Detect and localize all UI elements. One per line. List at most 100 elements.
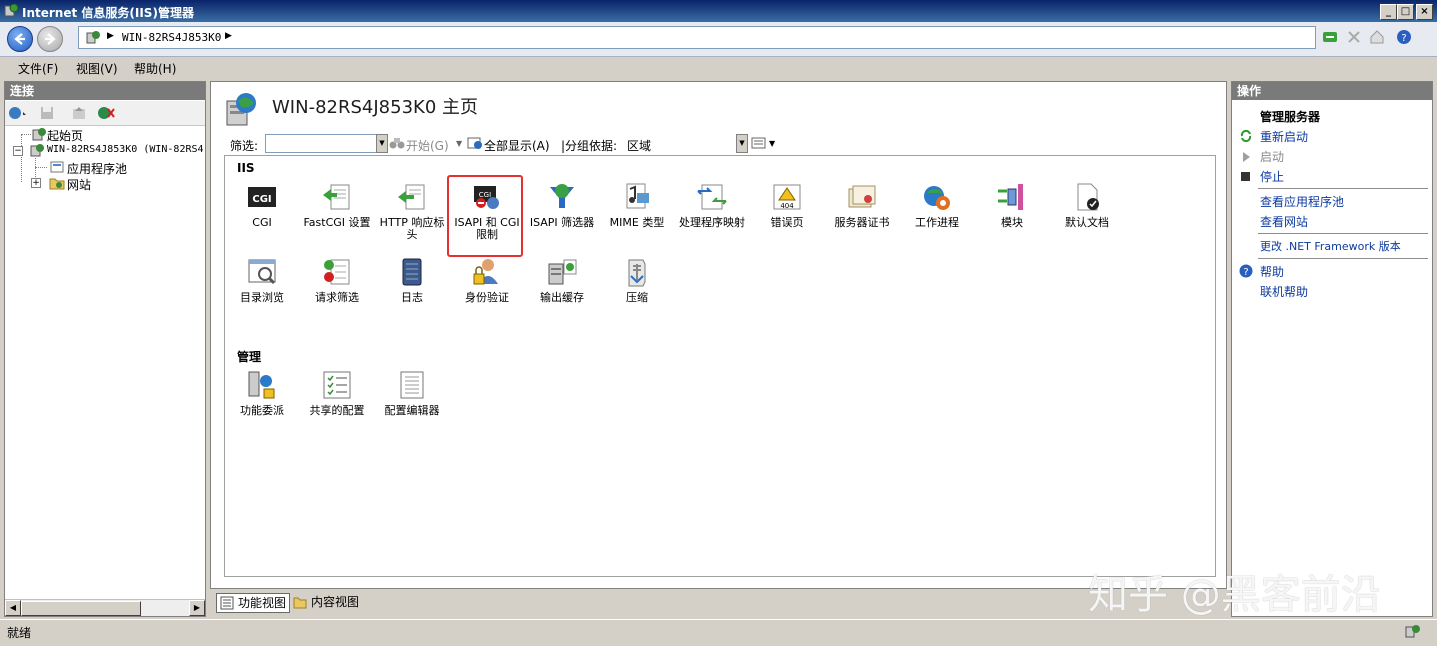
feature-feature-delegation[interactable]: 功能委派 — [225, 369, 299, 417]
feature-label: 共享的配置 — [309, 404, 365, 417]
action-view-sites[interactable]: 查看网站 — [1260, 213, 1308, 230]
address-bar: ▶ WIN-82RS4J853K0 ▶ ? — [0, 22, 1437, 57]
feature-modules[interactable]: 模块 — [975, 181, 1049, 229]
scroll-left-button[interactable]: ◀ — [5, 600, 21, 616]
start-icon — [1243, 152, 1250, 162]
close-button[interactable]: × — [1416, 4, 1433, 20]
view-mode-dropdown-icon[interactable]: ▼ — [769, 139, 775, 148]
window-title: Internet 信息服务(IIS)管理器 — [22, 6, 194, 20]
breadcrumb-server[interactable]: WIN-82RS4J853K0 — [122, 31, 221, 44]
expand-toggle[interactable]: + — [31, 178, 41, 188]
tree-item-sites[interactable]: 网站 — [67, 176, 91, 193]
configuration-editor-icon — [400, 371, 424, 399]
server-icon — [86, 31, 100, 44]
error-pages-icon: 404 — [773, 184, 801, 210]
action-start[interactable]: 启动 — [1260, 148, 1284, 165]
forward-button[interactable] — [37, 26, 63, 52]
svg-text:?: ? — [1243, 267, 1248, 278]
save-icon[interactable] — [39, 105, 55, 121]
action-help[interactable]: 帮助 — [1260, 263, 1284, 280]
handler-mappings-icon — [697, 184, 727, 210]
feature-label: 压缩 — [626, 291, 648, 304]
feature-cgi[interactable]: CGI CGI — [225, 181, 299, 229]
feature-output-caching[interactable]: 输出缓存 — [525, 256, 599, 304]
maximize-button[interactable]: □ — [1397, 4, 1414, 20]
feature-label: MIME 类型 — [609, 216, 665, 229]
tab-features-view[interactable]: 功能视图 — [216, 593, 291, 613]
address-field[interactable]: ▶ WIN-82RS4J853K0 ▶ — [78, 26, 1316, 49]
features-panel: WIN-82RS4J853K0 主页 筛选: ▼ 开始(G) ▼ 全部显示(A)… — [210, 81, 1227, 589]
feature-label: 目录浏览 — [240, 291, 284, 304]
page-title: WIN-82RS4J853K0 主页 — [272, 97, 478, 118]
menu-view[interactable]: 视图(V) — [76, 60, 118, 77]
actions-header: 操作 — [1232, 82, 1432, 100]
actions-group-title: 管理服务器 — [1260, 110, 1321, 124]
feature-server-certificates[interactable]: 服务器证书 — [825, 181, 899, 229]
home-icon[interactable] — [1369, 29, 1385, 45]
filter-input[interactable] — [265, 134, 377, 153]
feature-isapi-filters[interactable]: ISAPI 筛选器 — [525, 181, 599, 229]
tree-item-start-page[interactable]: 起始页 — [47, 127, 83, 144]
feature-configuration-editor[interactable]: 配置编辑器 — [375, 369, 449, 417]
http-response-headers-icon — [398, 184, 425, 210]
tree-item-app-pools[interactable]: 应用程序池 — [67, 160, 127, 177]
action-stop[interactable]: 停止 — [1260, 168, 1284, 185]
group-by-select[interactable]: 区域 — [623, 134, 737, 153]
feature-compression[interactable]: 压缩 — [600, 256, 674, 304]
feature-worker-processes[interactable]: 工作进程 — [900, 181, 974, 229]
feature-shared-configuration[interactable]: 共享的配置 — [300, 369, 374, 417]
help-icon[interactable]: ? — [1396, 29, 1412, 45]
menu-help[interactable]: 帮助(H) — [134, 60, 176, 77]
iis-app-icon — [4, 3, 19, 17]
feature-directory-browsing[interactable]: 目录浏览 — [225, 256, 299, 304]
start-dropdown-icon[interactable]: ▼ — [456, 139, 462, 148]
tab-content-view[interactable]: 内容视图 — [290, 593, 362, 611]
stop-icon[interactable] — [1346, 29, 1362, 45]
action-online-help[interactable]: 联机帮助 — [1260, 283, 1308, 300]
start-filter-button[interactable]: 开始(G) — [406, 137, 449, 154]
scroll-thumb[interactable] — [21, 601, 141, 616]
collapse-toggle[interactable]: − — [13, 146, 23, 156]
action-view-app-pools[interactable]: 查看应用程序池 — [1260, 193, 1344, 210]
up-level-icon[interactable] — [71, 105, 87, 121]
horizontal-scrollbar[interactable]: ◀ ▶ — [5, 599, 205, 616]
back-button[interactable] — [7, 26, 33, 52]
view-mode-icon[interactable] — [751, 136, 769, 150]
feature-label: 默认文档 — [1065, 216, 1109, 229]
show-all-button[interactable]: 全部显示(A) — [484, 137, 550, 154]
actions-separator — [1258, 258, 1428, 259]
connect-to-server-icon[interactable] — [8, 105, 28, 121]
action-change-net-framework[interactable]: 更改 .NET Framework 版本 — [1260, 238, 1401, 254]
group-by-label: |分组依据: — [561, 139, 618, 153]
compression-icon — [628, 259, 646, 287]
scroll-right-button[interactable]: ▶ — [189, 600, 205, 616]
feature-mime-types[interactable]: MIME 类型 — [600, 181, 674, 229]
logging-icon — [402, 258, 422, 286]
section-header-management: 管理 — [237, 350, 262, 364]
minimize-button[interactable]: _ — [1380, 4, 1397, 20]
feature-error-pages[interactable]: 404 错误页 — [750, 181, 824, 229]
feature-fastcgi[interactable]: FastCGI 设置 — [300, 181, 374, 229]
connect-icon[interactable] — [1322, 29, 1338, 45]
shared-configuration-icon — [323, 371, 351, 399]
feature-default-document[interactable]: 默认文档 — [1050, 181, 1124, 229]
disconnect-icon[interactable] — [97, 105, 115, 121]
svg-text:404: 404 — [780, 202, 794, 210]
feature-label: 模块 — [1001, 216, 1023, 229]
feature-handler-mappings[interactable]: 处理程序映射 — [675, 181, 749, 229]
feature-request-filtering[interactable]: 请求筛选 — [300, 256, 374, 304]
content-view-icon — [293, 597, 307, 609]
start-page-icon — [32, 128, 46, 141]
server-certificates-icon — [848, 185, 876, 208]
feature-authentication[interactable]: 身份验证 — [450, 256, 524, 304]
group-by-dropdown-button[interactable]: ▼ — [736, 134, 748, 153]
svg-text:?: ? — [1401, 33, 1406, 44]
action-restart[interactable]: 重新启动 — [1260, 128, 1308, 145]
breadcrumb-arrow-icon[interactable]: ▶ — [225, 31, 232, 41]
title-bar: Internet 信息服务(IIS)管理器 _ □ × — [0, 0, 1437, 22]
tree-item-server[interactable]: WIN-82RS4J853K0 (WIN-82RS4 — [47, 144, 203, 155]
feature-logging[interactable]: 日志 — [375, 256, 449, 304]
menu-file[interactable]: 文件(F) — [18, 60, 58, 77]
feature-http-response-headers[interactable]: HTTP 响应标头 — [375, 181, 449, 241]
filter-dropdown-button[interactable]: ▼ — [376, 134, 388, 153]
